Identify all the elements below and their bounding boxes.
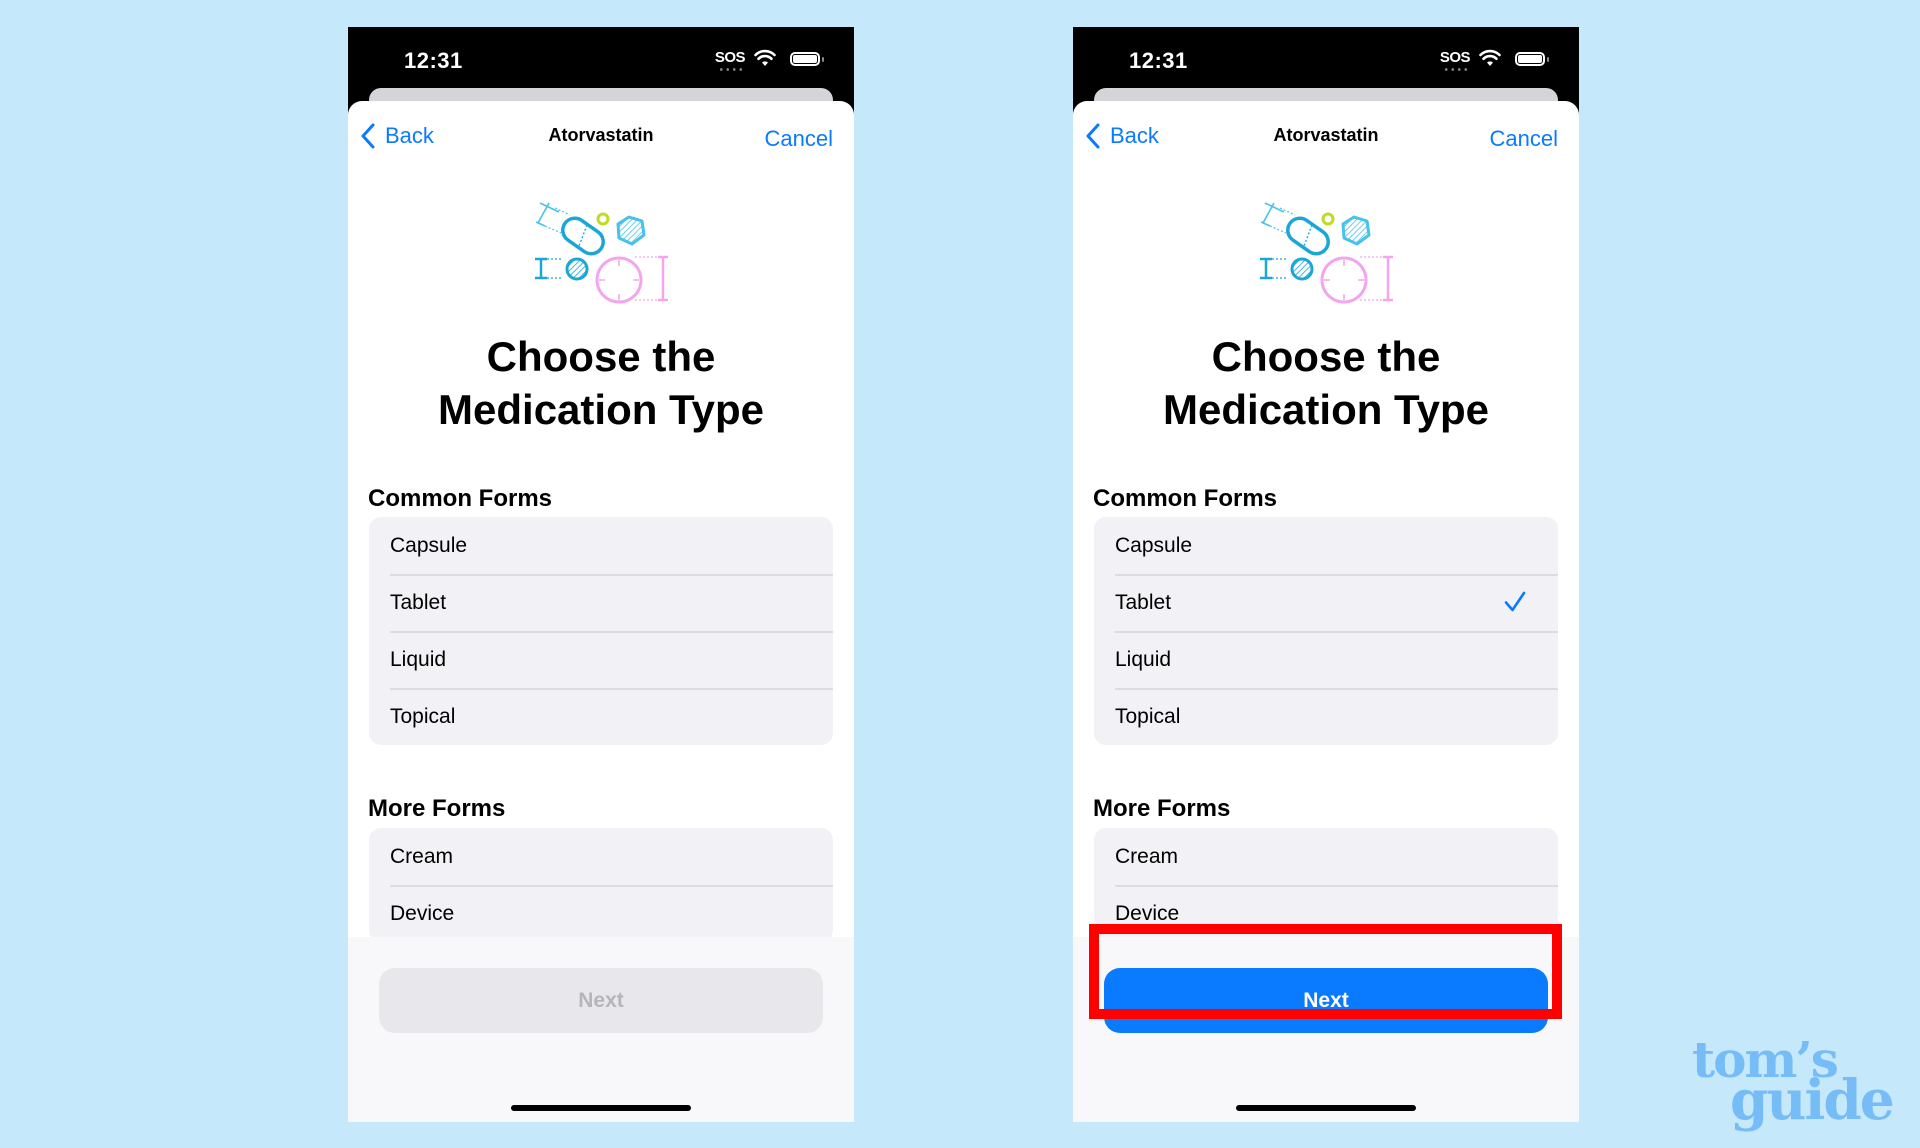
heading-line-2: Medication Type bbox=[438, 386, 764, 433]
medication-type-sheet: Back Atorvastatin Cancel Choose the Medi… bbox=[348, 101, 854, 1122]
signal-dots-icon bbox=[718, 68, 744, 71]
page-heading: Choose the Medication Type bbox=[348, 330, 854, 436]
nav-bar: Back Atorvastatin Cancel bbox=[348, 101, 854, 161]
home-indicator[interactable] bbox=[1236, 1105, 1416, 1111]
pills-illustration-icon bbox=[1260, 202, 1393, 304]
option-label: Tablet bbox=[390, 590, 447, 614]
wifi-icon bbox=[1479, 49, 1501, 66]
more-forms-list: Cream Device bbox=[369, 828, 833, 942]
page-heading: Choose the Medication Type bbox=[1073, 330, 1579, 436]
option-label: Cream bbox=[390, 844, 454, 868]
form-option-tablet[interactable]: Tablet bbox=[369, 574, 833, 631]
form-option-cream[interactable]: Cream bbox=[1094, 828, 1558, 885]
option-label: Tablet bbox=[1115, 590, 1172, 614]
logo-line-2: guide bbox=[1730, 1067, 1895, 1132]
form-option-capsule[interactable]: Capsule bbox=[1094, 517, 1558, 574]
status-time: 12:31 bbox=[1129, 48, 1188, 73]
nav-bar: Back Atorvastatin Cancel bbox=[1073, 101, 1579, 161]
form-option-cream[interactable]: Cream bbox=[369, 828, 833, 885]
option-label: Topical bbox=[390, 704, 456, 728]
more-forms-label: More Forms bbox=[368, 795, 506, 822]
option-label: Capsule bbox=[390, 533, 468, 557]
battery-icon bbox=[1515, 52, 1545, 66]
more-forms-label: More Forms bbox=[1093, 795, 1231, 822]
form-option-tablet[interactable]: Tablet bbox=[1094, 574, 1558, 631]
battery-cap bbox=[1547, 57, 1549, 62]
status-bar: 12:31 SOS bbox=[1073, 27, 1579, 93]
form-option-topical[interactable]: Topical bbox=[369, 688, 833, 745]
option-label: Capsule bbox=[1115, 533, 1193, 557]
form-option-device[interactable]: Device bbox=[369, 885, 833, 942]
option-label: Liquid bbox=[1115, 647, 1172, 671]
signal-dots-icon bbox=[1443, 68, 1469, 71]
form-option-capsule[interactable]: Capsule bbox=[369, 517, 833, 574]
status-bar: 12:31 SOS bbox=[348, 27, 854, 93]
footer-bar: Next bbox=[348, 937, 854, 1122]
wifi-icon bbox=[754, 49, 776, 66]
heading-line-1: Choose the bbox=[1211, 333, 1441, 380]
status-time: 12:31 bbox=[404, 48, 463, 73]
sos-indicator: SOS bbox=[1439, 49, 1471, 66]
home-indicator[interactable] bbox=[511, 1105, 691, 1111]
option-label: Device bbox=[390, 901, 455, 925]
cancel-button[interactable]: Cancel bbox=[1490, 126, 1558, 152]
common-forms-label: Common Forms bbox=[1093, 485, 1278, 512]
common-forms-list: Capsule Tablet Liquid Topical bbox=[369, 517, 833, 745]
option-label: Device bbox=[1115, 901, 1180, 925]
option-label: Cream bbox=[1115, 844, 1179, 868]
common-forms-list: Capsule Tablet Liquid Topical bbox=[1094, 517, 1558, 745]
form-option-liquid[interactable]: Liquid bbox=[369, 631, 833, 688]
toms-guide-logo: tom’s guide bbox=[1692, 1035, 1895, 1132]
option-label: Topical bbox=[1115, 704, 1181, 728]
next-button[interactable]: Next bbox=[379, 968, 823, 1033]
battery-icon bbox=[790, 52, 820, 66]
next-button-highlight-box bbox=[1089, 924, 1562, 1019]
option-label: Liquid bbox=[390, 647, 447, 671]
common-forms-label: Common Forms bbox=[368, 485, 553, 512]
cancel-button[interactable]: Cancel bbox=[765, 126, 833, 152]
form-option-liquid[interactable]: Liquid bbox=[1094, 631, 1558, 688]
heading-line-2: Medication Type bbox=[1163, 386, 1489, 433]
checkmark-icon bbox=[1504, 591, 1526, 612]
pills-illustration-icon bbox=[535, 202, 668, 304]
phone-screen-before: 12:31 SOS Back Atorvastatin Cancel Choos… bbox=[348, 27, 854, 1122]
heading-line-1: Choose the bbox=[486, 333, 716, 380]
battery-cap bbox=[822, 57, 824, 62]
form-option-topical[interactable]: Topical bbox=[1094, 688, 1558, 745]
sos-indicator: SOS bbox=[714, 49, 746, 66]
